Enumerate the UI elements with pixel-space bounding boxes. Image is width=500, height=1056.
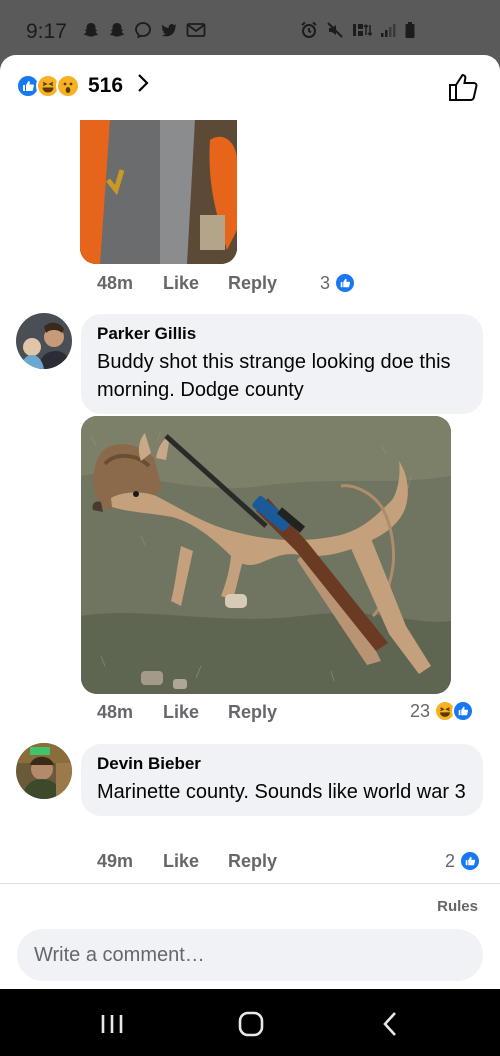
comment-actions: 48m Like Reply bbox=[97, 273, 277, 294]
kangaroo-rifle-image bbox=[81, 416, 451, 694]
comment-text: Buddy shot this strange looking doe this… bbox=[97, 351, 451, 401]
thumbs-up-icon bbox=[449, 73, 478, 101]
wow-reaction-icon bbox=[56, 73, 80, 98]
avatar[interactable] bbox=[16, 743, 72, 799]
comment-reaction-summary[interactable]: 2 bbox=[445, 850, 482, 872]
mail-icon bbox=[186, 21, 206, 44]
comment-bubble: Parker Gillis Buddy shot this strange lo… bbox=[81, 314, 483, 414]
system-icons bbox=[300, 21, 416, 44]
like-comment-button[interactable]: Like bbox=[163, 702, 228, 723]
comment-bubble: Devin Bieber Marinette county. Sounds li… bbox=[81, 744, 483, 816]
recent-apps-icon bbox=[101, 1015, 123, 1033]
comment-reaction-count: 3 bbox=[320, 272, 331, 293]
notification-icons bbox=[82, 21, 206, 44]
home-icon bbox=[238, 1011, 264, 1037]
like-post-button[interactable] bbox=[446, 70, 480, 104]
comment-reaction-summary[interactable]: 23 bbox=[410, 700, 475, 722]
comment-time[interactable]: 49m bbox=[97, 851, 163, 872]
navigation-bar bbox=[0, 989, 500, 1056]
reply-comment-button[interactable]: Reply bbox=[228, 702, 277, 723]
like-reaction-icon bbox=[334, 272, 357, 294]
battery-icon bbox=[404, 21, 416, 44]
signal-icon bbox=[380, 21, 396, 44]
like-comment-button[interactable]: Like bbox=[163, 851, 228, 872]
comment-reaction-summary[interactable]: 3 bbox=[320, 272, 357, 294]
status-time: 9:17 bbox=[26, 20, 67, 43]
like-comment-button[interactable]: Like bbox=[163, 273, 228, 294]
profile-picture bbox=[16, 743, 72, 799]
twitter-icon bbox=[160, 21, 178, 44]
reply-comment-button[interactable]: Reply bbox=[228, 851, 277, 872]
hunter-vest-image bbox=[80, 120, 237, 264]
comments-sheet: 516 48m Like Reply 3 Parker Gillis Buddy… bbox=[0, 55, 500, 989]
mute-icon bbox=[326, 21, 344, 44]
snapchat-icon bbox=[108, 21, 126, 44]
snapchat-icon bbox=[82, 21, 100, 44]
comment-actions: 49m Like Reply bbox=[97, 851, 277, 872]
comment-photo-hunter[interactable] bbox=[80, 120, 237, 264]
back-button[interactable] bbox=[376, 1009, 406, 1039]
back-icon bbox=[383, 1012, 396, 1036]
reactions-summary[interactable]: 516 bbox=[16, 73, 149, 98]
avatar[interactable] bbox=[16, 313, 72, 369]
comment-text: Marinette county. Sounds like world war … bbox=[97, 781, 466, 803]
comment-time[interactable]: 48m bbox=[97, 702, 163, 723]
like-reaction-icon bbox=[452, 700, 475, 722]
chevron-right-icon bbox=[137, 73, 149, 98]
messenger-icon bbox=[134, 21, 152, 44]
comment-input[interactable] bbox=[17, 929, 483, 981]
reply-comment-button[interactable]: Reply bbox=[228, 273, 277, 294]
comment-photo-kangaroo[interactable] bbox=[81, 416, 451, 694]
profile-picture bbox=[16, 313, 72, 369]
comment-reaction-count: 2 bbox=[445, 850, 456, 871]
comment-author[interactable]: Devin Bieber bbox=[97, 754, 467, 774]
divider bbox=[0, 883, 500, 884]
comment-author[interactable]: Parker Gillis bbox=[97, 324, 467, 344]
comment-reaction-count: 23 bbox=[410, 700, 431, 721]
like-reaction-icon bbox=[459, 850, 482, 872]
lte-icon bbox=[352, 21, 373, 44]
home-button[interactable] bbox=[236, 1009, 266, 1039]
status-bar: 9:17 bbox=[0, 0, 500, 58]
comment-actions: 48m Like Reply bbox=[97, 702, 277, 723]
alarm-icon bbox=[300, 21, 318, 44]
rules-link[interactable]: Rules bbox=[437, 898, 478, 915]
comment-time[interactable]: 48m bbox=[97, 273, 163, 294]
reaction-count: 516 bbox=[88, 73, 124, 97]
recent-apps-button[interactable] bbox=[97, 1009, 127, 1039]
